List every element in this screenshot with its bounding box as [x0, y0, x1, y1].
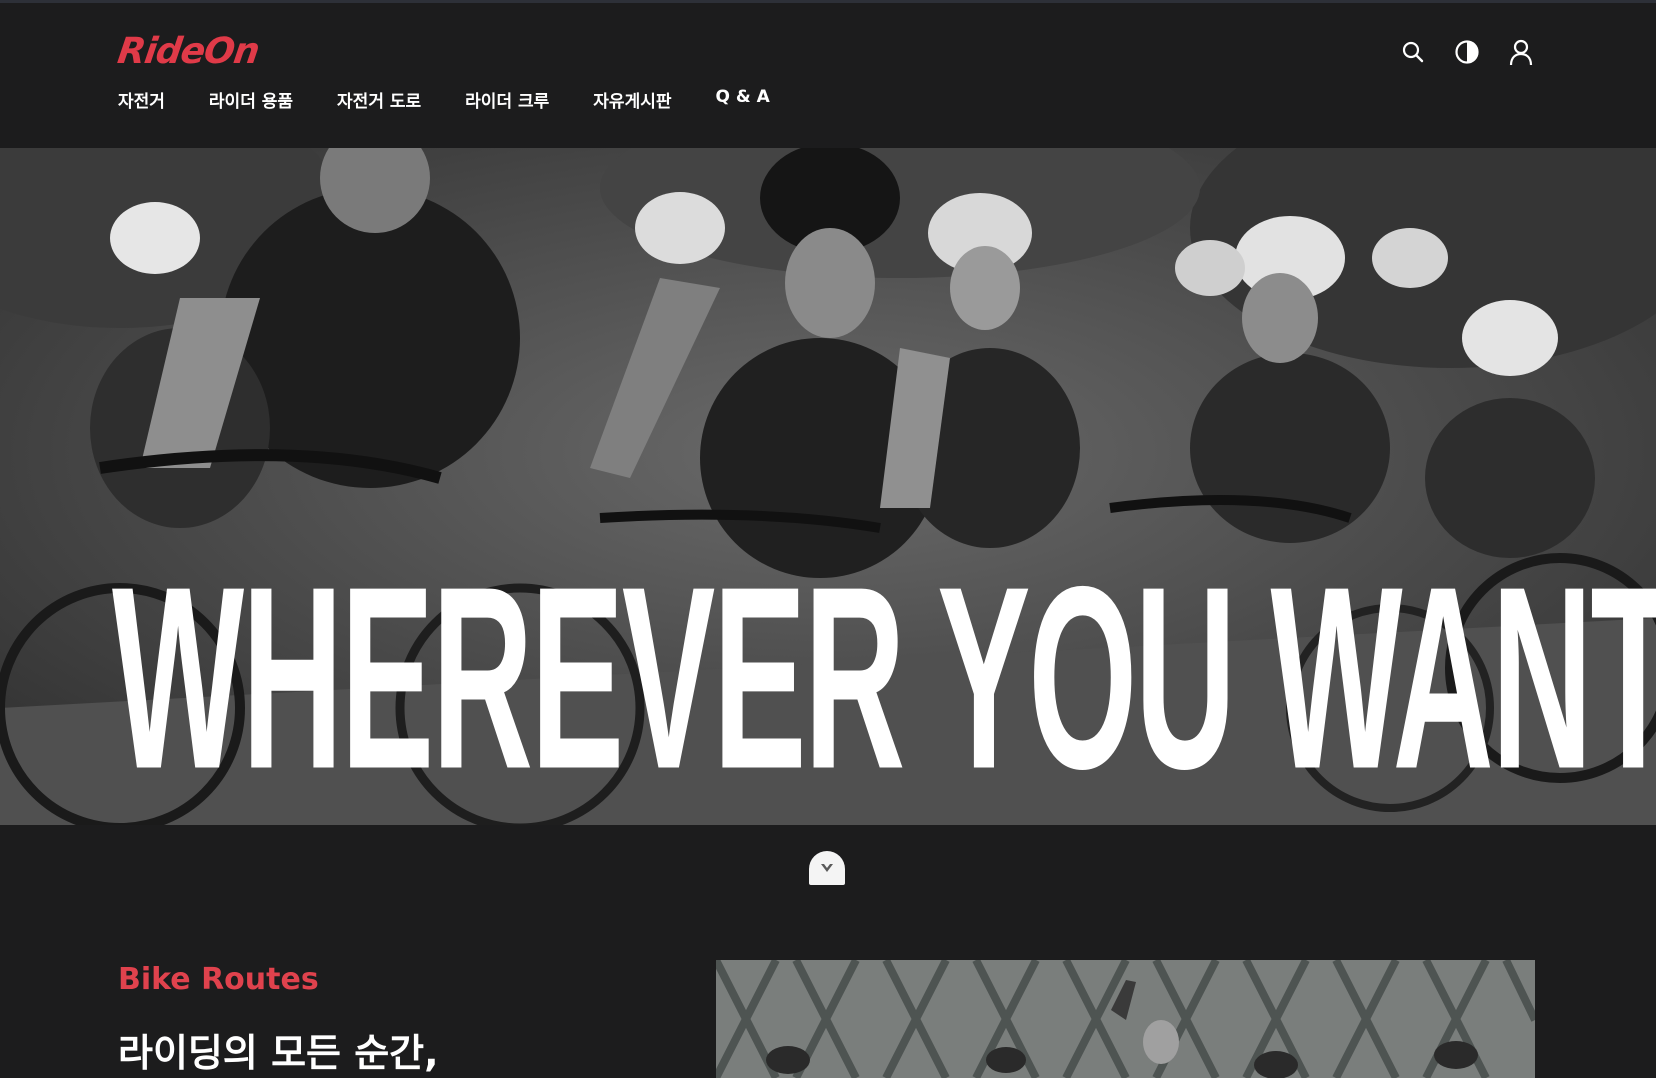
hero-banner: WHEREVER YOU WANT — [0, 148, 1656, 825]
nav-item-bicycles[interactable]: 자전거 — [118, 87, 165, 112]
chevron-down-icon — [821, 864, 833, 872]
cycling-crew-bridge-photo — [716, 960, 1535, 1078]
nav-item-rider-gear[interactable]: 라이더 용품 — [209, 87, 293, 112]
logo[interactable]: RideOn — [115, 31, 261, 72]
section-image — [716, 960, 1535, 1078]
user-button[interactable] — [1506, 37, 1536, 67]
nav-item-qna[interactable]: Q & A — [716, 87, 770, 112]
nav-item-rider-crew[interactable]: 라이더 크루 — [465, 87, 549, 112]
search-button[interactable] — [1398, 37, 1428, 67]
section-label: Bike Routes — [118, 962, 319, 997]
nav-item-bike-roads[interactable]: 자전거 도로 — [337, 87, 421, 112]
nav-item-free-board[interactable]: 자유게시판 — [593, 87, 671, 112]
header-icons — [1398, 37, 1536, 67]
user-icon — [1509, 39, 1533, 66]
scroll-down-button[interactable] — [809, 851, 845, 885]
hero-title: WHEREVER YOU WANT — [112, 532, 1656, 823]
main-nav: 자전거 라이더 용품 자전거 도로 라이더 크루 자유게시판 Q & A — [118, 87, 814, 112]
contrast-icon — [1455, 40, 1479, 64]
site-header: RideOn 자전거 라이더 용품 자전거 도로 라이더 크루 자유게시판 Q … — [0, 3, 1656, 148]
search-icon — [1402, 41, 1424, 63]
section-heading: 라이딩의 모든 순간, — [118, 1031, 439, 1075]
theme-toggle-button[interactable] — [1452, 37, 1482, 67]
